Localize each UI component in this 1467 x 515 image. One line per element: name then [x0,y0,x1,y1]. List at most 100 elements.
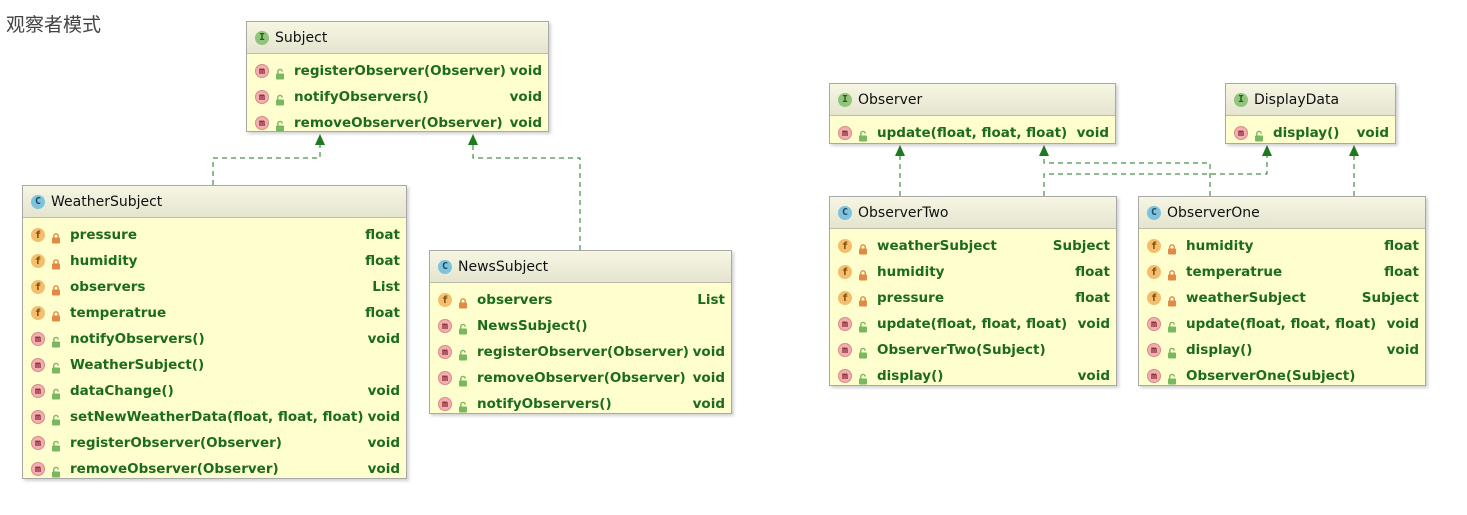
public-unlock-icon [50,385,62,400]
method-row[interactable]: m display() void [1226,120,1395,146]
method-row[interactable]: m NewsSubject() [430,313,731,339]
method-icon: m [31,332,45,346]
field-row[interactable]: f weatherSubject Subject [1139,285,1425,311]
private-lock-icon [857,292,869,307]
method-icon: m [255,90,269,104]
member-type: void [367,409,400,425]
class-header[interactable]: I Subject [247,22,548,54]
method-row[interactable]: m update(float, float, float) void [1139,311,1425,337]
method-row[interactable]: m notifyObservers() void [23,326,406,352]
method-icon: m [438,371,452,385]
method-row[interactable]: m WeatherSubject() [23,352,406,378]
method-row[interactable]: m setNewWeatherData(float, float, float) v… [23,404,406,430]
field-row[interactable]: f humidity float [830,259,1116,285]
class-box-weathersubject[interactable]: C WeatherSubject f pressure float f humidity fl… [22,185,407,479]
member-type: void [509,115,542,131]
method-row[interactable]: m ObserverTwo(Subject) [830,337,1116,363]
field-row[interactable]: f pressure float [830,285,1116,311]
member-name: setNewWeatherData(float, float, float) [70,409,364,425]
method-row[interactable]: m ObserverOne(Subject) [1139,363,1425,389]
class-box-observerone[interactable]: C ObserverOne f humidity float f temperatrue fl… [1138,196,1426,386]
member-name: removeObserver(Observer) [70,461,279,477]
method-row[interactable]: m notifyObservers() void [247,84,548,110]
class-name: NewsSubject [458,258,549,275]
member-type: List [372,279,400,295]
class-header[interactable]: C ObserverTwo [830,197,1116,229]
field-icon: f [31,280,45,294]
method-row[interactable]: m update(float, float, float) void [830,311,1116,337]
member-list: m registerObserver(Observer) void m notifyOb… [247,54,548,136]
field-row[interactable]: f humidity float [1139,233,1425,259]
private-lock-icon [50,307,62,322]
method-icon: m [438,397,452,411]
class-box-newssubject[interactable]: C NewsSubject f observers List m NewsSubject()… [429,250,732,414]
method-row[interactable]: m display() void [830,363,1116,389]
class-icon: C [438,259,452,274]
relation-newssubject-subject [472,142,581,250]
private-lock-icon [50,229,62,244]
member-name: removeObserver(Observer) [294,115,503,131]
member-list: f pressure float f humidity float f observers Li… [23,218,406,482]
class-box-observertwo[interactable]: C ObserverTwo f weatherSubject Subject f humid… [829,196,1117,386]
field-row[interactable]: f humidity float [23,248,406,274]
class-header[interactable]: C ObserverOne [1139,197,1425,229]
method-row[interactable]: m notifyObservers() void [430,391,731,417]
method-row[interactable]: m registerObserver(Observer) void [23,430,406,456]
arrowhead-observer-left [895,145,905,156]
field-row[interactable]: f temperatrue float [23,300,406,326]
field-row[interactable]: f observers List [23,274,406,300]
interface-icon: I [255,30,269,45]
method-icon: m [838,126,852,140]
method-icon: m [31,410,45,424]
field-icon: f [31,228,45,242]
method-row[interactable]: m update(float, float, float) void [830,120,1115,146]
method-row[interactable]: m registerObserver(Observer) void [247,58,548,84]
member-type: float [365,227,400,243]
member-type: Subject [1052,238,1110,254]
method-row[interactable]: m removeObserver(Observer) void [430,365,731,391]
relation-observertwo-displaydata [1043,153,1268,196]
member-name: notifyObservers() [294,89,429,105]
class-name: DisplayData [1254,91,1340,108]
class-header[interactable]: I Observer [830,84,1115,116]
class-box-subject[interactable]: I Subject m registerObserver(Observer) void m… [246,21,549,132]
private-lock-icon [457,294,469,309]
field-icon: f [1147,239,1161,253]
class-header[interactable]: C NewsSubject [430,251,731,283]
public-unlock-icon [1166,370,1178,385]
relation-weathersubject-subject [212,142,321,185]
method-icon: m [1234,126,1248,140]
member-type: void [509,63,542,79]
member-name: removeObserver(Observer) [477,370,686,386]
field-row[interactable]: f pressure float [23,222,406,248]
private-lock-icon [1166,240,1178,255]
member-name: ObserverOne(Subject) [1186,368,1356,384]
public-unlock-icon [50,437,62,452]
class-header[interactable]: C WeatherSubject [23,186,406,218]
method-row[interactable]: m dataChange() void [23,378,406,404]
method-row[interactable]: m removeObserver(Observer) void [247,110,548,136]
class-icon: C [31,194,45,209]
member-name: update(float, float, float) [877,316,1068,332]
public-unlock-icon [50,333,62,348]
field-row[interactable]: f weatherSubject Subject [830,233,1116,259]
class-header[interactable]: I DisplayData [1226,84,1395,116]
member-type: float [365,253,400,269]
member-type: void [1077,368,1110,384]
class-icon: C [1147,205,1161,220]
private-lock-icon [50,281,62,296]
field-row[interactable]: f observers List [430,287,731,313]
class-box-observer[interactable]: I Observer m update(float, float, float) voi… [829,83,1116,144]
field-row[interactable]: f temperatrue float [1139,259,1425,285]
method-row[interactable]: m removeObserver(Observer) void [23,456,406,482]
member-name: WeatherSubject() [70,357,205,373]
member-name: registerObserver(Observer) [477,344,689,360]
member-name: humidity [1186,238,1254,254]
private-lock-icon [1166,292,1178,307]
method-row[interactable]: m display() void [1139,337,1425,363]
member-list: f weatherSubject Subject f humidity float f pre… [830,229,1116,389]
method-row[interactable]: m registerObserver(Observer) void [430,339,731,365]
member-name: dataChange() [70,383,174,399]
class-box-displaydata[interactable]: I DisplayData m display() void [1225,83,1396,144]
member-type: float [1075,290,1110,306]
